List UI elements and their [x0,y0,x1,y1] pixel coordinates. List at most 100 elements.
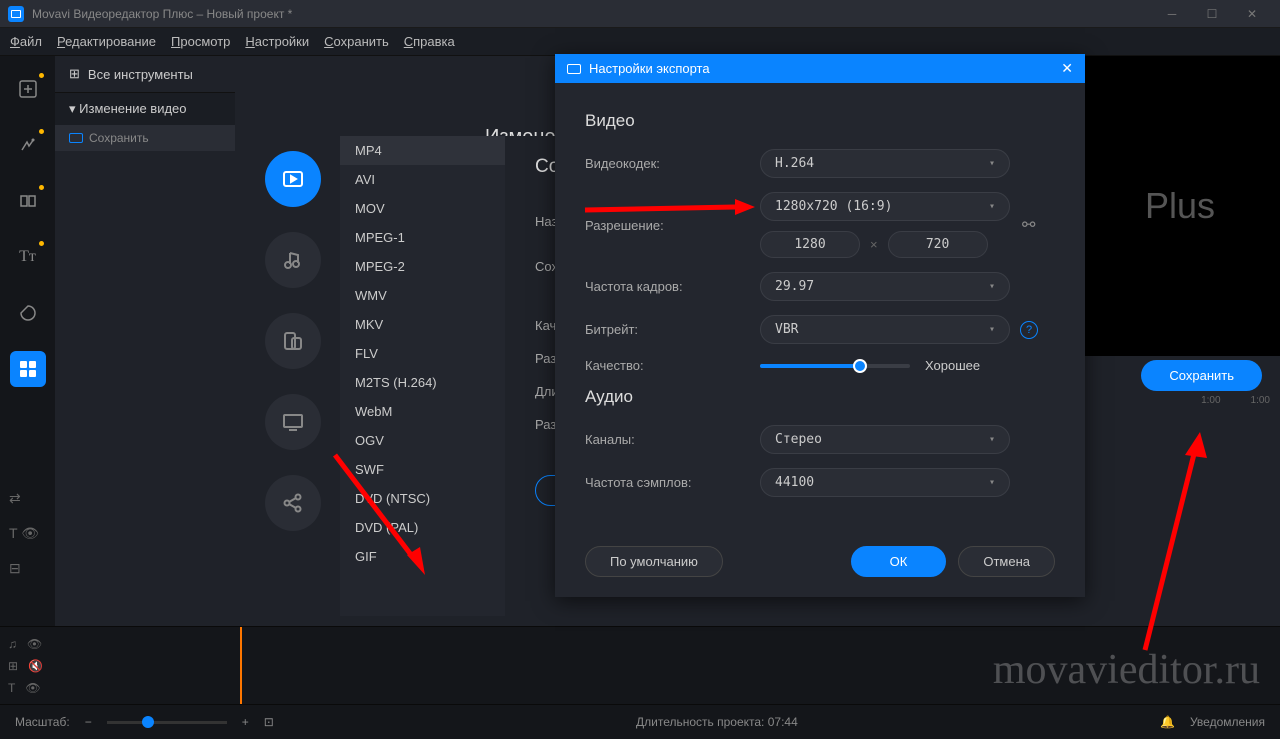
playhead[interactable] [240,627,242,704]
format-avi[interactable]: AVI [340,165,505,194]
rail-titles[interactable]: Tᴛ [10,239,46,275]
format-swf[interactable]: SWF [340,455,505,484]
notifications-label[interactable]: Уведомления [1190,715,1265,729]
quality-text: Хорошее [925,358,980,373]
export-type-tv[interactable] [265,394,321,450]
titlebar: Movavi Видеоредактор Плюс – Новый проект… [0,0,1280,28]
menu-settings[interactable]: Настройки [245,34,309,49]
cancel-dialog-button[interactable]: Отмена [958,546,1055,577]
audio-section-header: Аудио [585,387,1055,407]
format-mpeg1[interactable]: MPEG-1 [340,223,505,252]
channels-select[interactable]: Стерео▾ [760,425,1010,454]
format-mp4[interactable]: MP4 [340,136,505,165]
zoom-out[interactable]: − [85,715,92,729]
timeline-track-audio[interactable]: ♫👁 [8,637,43,651]
menu-edit[interactable]: Редактирование [57,34,156,49]
format-list: MP4 AVI MOV MPEG-1 MPEG-2 WMV MKV FLV M2… [340,136,505,616]
timeline-track-text[interactable]: T👁 [8,681,43,695]
format-gif[interactable]: GIF [340,542,505,571]
close-button[interactable]: ✕ [1232,0,1272,28]
menu-view[interactable]: Просмотр [171,34,230,49]
rail-transitions[interactable] [10,183,46,219]
tab-save[interactable]: Сохранить [55,125,235,151]
zoom-label: Масштаб: [15,715,70,729]
res-dialog-label: Разрешение: [585,218,760,233]
rail-filters[interactable] [10,127,46,163]
export-settings-dialog: Настройки экспорта ✕ Видео Видеокодек:H.… [555,54,1085,597]
video-icon [69,133,83,143]
format-mov[interactable]: MOV [340,194,505,223]
format-m2ts[interactable]: M2TS (H.264) [340,368,505,397]
export-type-share[interactable] [265,475,321,531]
app-icon [8,6,24,22]
maximize-button[interactable]: ☐ [1192,0,1232,28]
bell-icon[interactable]: 🔔 [1160,715,1175,729]
help-icon[interactable]: ? [1020,321,1038,339]
preview-area: Plus [1080,56,1280,356]
rail-stickers[interactable] [10,295,46,331]
format-mpeg2[interactable]: MPEG-2 [340,252,505,281]
video-section-header: Видео [585,111,1055,131]
rail-add[interactable] [10,71,46,107]
format-dvd-ntsc[interactable]: DVD (NTSC) [340,484,505,513]
height-input[interactable]: 720 [888,231,988,258]
proj-duration-value: 07:44 [768,715,798,729]
tools-group-video[interactable]: ▾ Изменение видео [55,92,235,125]
tools-all[interactable]: ⊞Все инструменты [55,56,235,92]
format-webm[interactable]: WebM [340,397,505,426]
menu-file[interactable]: Файл [10,34,42,49]
proj-duration-label: Длительность проекта: [636,715,764,729]
sample-label: Частота сэмплов: [585,475,760,490]
menu-save[interactable]: Сохранить [324,34,389,49]
format-wmv[interactable]: WMV [340,281,505,310]
format-ogv[interactable]: OGV [340,426,505,455]
menubar: Файл Редактирование Просмотр Настройки С… [0,28,1280,56]
export-type-device[interactable] [265,313,321,369]
bitrate-select[interactable]: VBR▾ [760,315,1010,344]
format-mkv[interactable]: MKV [340,310,505,339]
chevron-down-icon: ▾ [989,324,995,335]
chevron-down-icon: ▾ [989,158,995,169]
codec-select[interactable]: H.264▾ [760,149,1010,178]
codec-label: Видеокодек: [585,156,760,171]
bitrate-label: Битрейт: [585,322,760,337]
chevron-down-icon: ▾ [989,434,995,445]
chevron-down-icon: ▾ [989,477,995,488]
menu-help[interactable]: Справка [404,34,455,49]
chevron-down-icon: ▾ [989,281,995,292]
link-aspect-icon[interactable]: ⚯ [1022,215,1035,235]
fps-label: Частота кадров: [585,279,760,294]
sample-select[interactable]: 44100▾ [760,468,1010,497]
zoom-fit[interactable]: ⊡ [264,715,274,729]
res-preset-select[interactable]: 1280x720 (16:9)▾ [760,192,1010,221]
dialog-icon [567,64,581,74]
format-dvd-pal[interactable]: DVD (PAL) [340,513,505,542]
dialog-title: Настройки экспорта [589,61,710,76]
quality-slider[interactable] [760,364,910,368]
default-button[interactable]: По умолчанию [585,546,723,577]
tools-panel: ⊞Все инструменты ▾ Изменение видео Сохра… [55,56,235,626]
export-type-audio[interactable] [265,232,321,288]
timeline-panel: ♫👁 ⊞🔇 T👁 [0,626,1280,704]
statusbar: Масштаб: − + ⊡ Длительность проекта: 07:… [0,704,1280,739]
timeline-track-video[interactable]: ⊞🔇 [8,659,43,673]
rail-layers-icon[interactable]: ⊟ [9,560,39,577]
timeline-ruler: 1:001:00 [1201,395,1270,406]
channels-label: Каналы: [585,432,760,447]
zoom-slider[interactable] [107,721,227,724]
zoom-in[interactable]: + [242,715,249,729]
format-flv[interactable]: FLV [340,339,505,368]
width-input[interactable]: 1280 [760,231,860,258]
dialog-close-button[interactable]: ✕ [1061,60,1073,77]
rail-adjust-icon[interactable]: ⇄ [9,490,39,507]
rail-text-icon[interactable]: T 👁 [9,525,39,542]
app-title: Movavi Видеоредактор Плюс – Новый проект… [32,7,292,21]
export-type-video[interactable] [265,151,321,207]
chevron-down-icon: ▾ [989,201,995,212]
ok-button[interactable]: ОК [851,546,947,577]
quality-dialog-label: Качество: [585,358,760,373]
minimize-button[interactable]: ─ [1152,0,1192,28]
save-button[interactable]: Сохранить [1141,360,1262,391]
fps-select[interactable]: 29.97▾ [760,272,1010,301]
rail-more[interactable] [10,351,46,387]
